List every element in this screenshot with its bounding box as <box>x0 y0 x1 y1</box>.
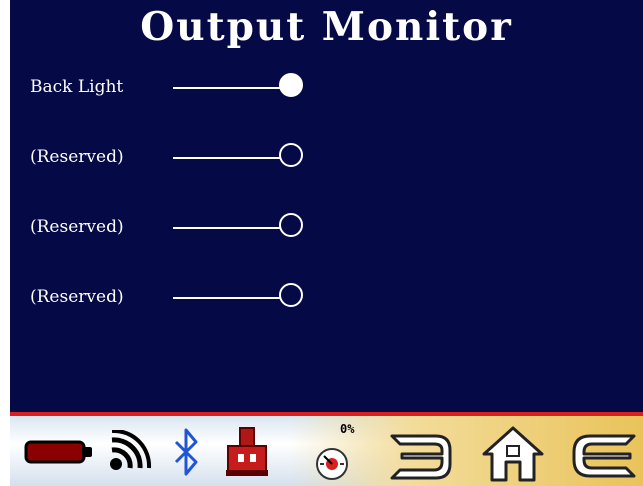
output-monitor-screen: Output Monitor Back Light (Reserved) (Re… <box>10 0 643 412</box>
battery-icon <box>24 440 92 464</box>
wireless-signal-icon <box>110 430 152 470</box>
connector-line <box>173 227 281 229</box>
home-button[interactable] <box>478 424 548 484</box>
output-label: (Reserved) <box>30 147 124 167</box>
usb-connector-icon <box>226 427 268 476</box>
back-button[interactable] <box>566 426 640 484</box>
bluetooth-icon <box>174 428 198 476</box>
speedometer-icon[interactable] <box>312 436 356 482</box>
output-indicator-led <box>279 213 303 237</box>
output-row-reserved-1: (Reserved) <box>10 142 330 172</box>
output-row-back-light: Back Light <box>10 72 330 102</box>
connector-line <box>173 297 281 299</box>
page-title: Output Monitor <box>140 4 513 50</box>
output-row-reserved-2: (Reserved) <box>10 212 330 242</box>
output-indicator-led <box>279 73 303 97</box>
output-indicator-led <box>279 283 303 307</box>
output-indicator-led <box>279 143 303 167</box>
taskbar: 0% <box>10 416 643 486</box>
connector-line <box>173 157 281 159</box>
output-label: Back Light <box>30 77 124 97</box>
output-row-reserved-3: (Reserved) <box>10 282 330 312</box>
menu-button[interactable] <box>386 428 456 482</box>
output-label: (Reserved) <box>30 287 124 307</box>
gauge-percent: 0% <box>340 422 355 436</box>
connector-line <box>173 87 281 89</box>
output-label: (Reserved) <box>30 217 124 237</box>
